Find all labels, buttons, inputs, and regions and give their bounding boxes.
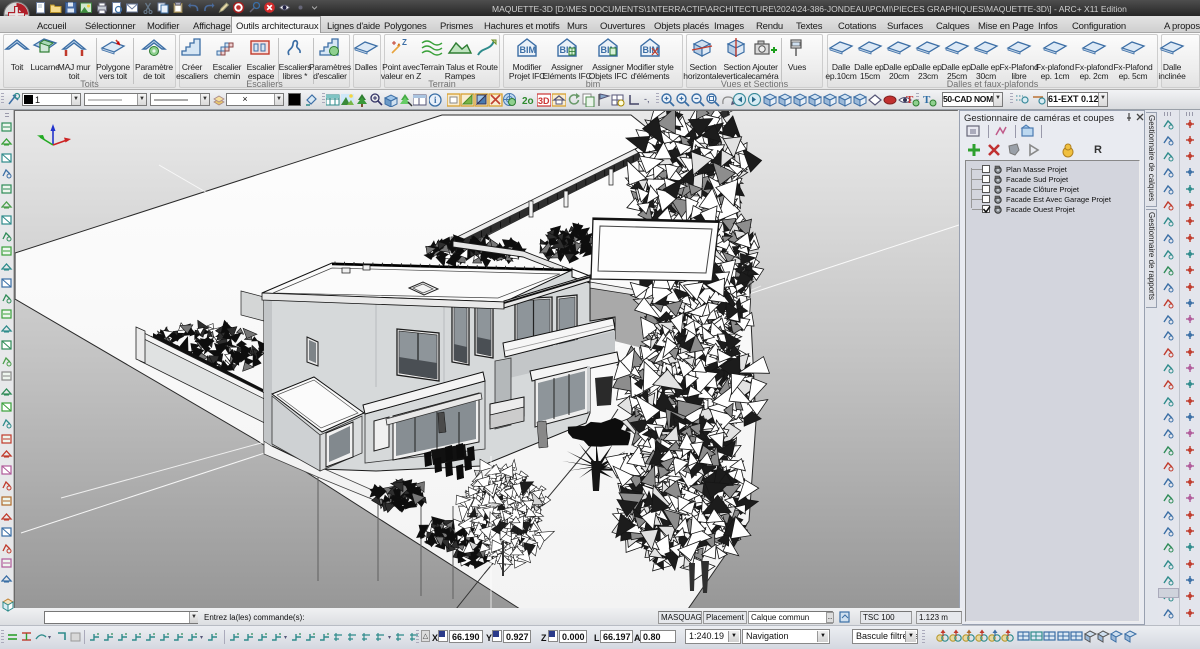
svg-text:2o: 2o bbox=[522, 96, 534, 107]
svg-text:BIM: BIM bbox=[520, 45, 537, 55]
svg-text:3D: 3D bbox=[538, 96, 550, 106]
svg-text:Z: Z bbox=[402, 38, 407, 47]
svg-text:-,: -, bbox=[644, 94, 650, 104]
